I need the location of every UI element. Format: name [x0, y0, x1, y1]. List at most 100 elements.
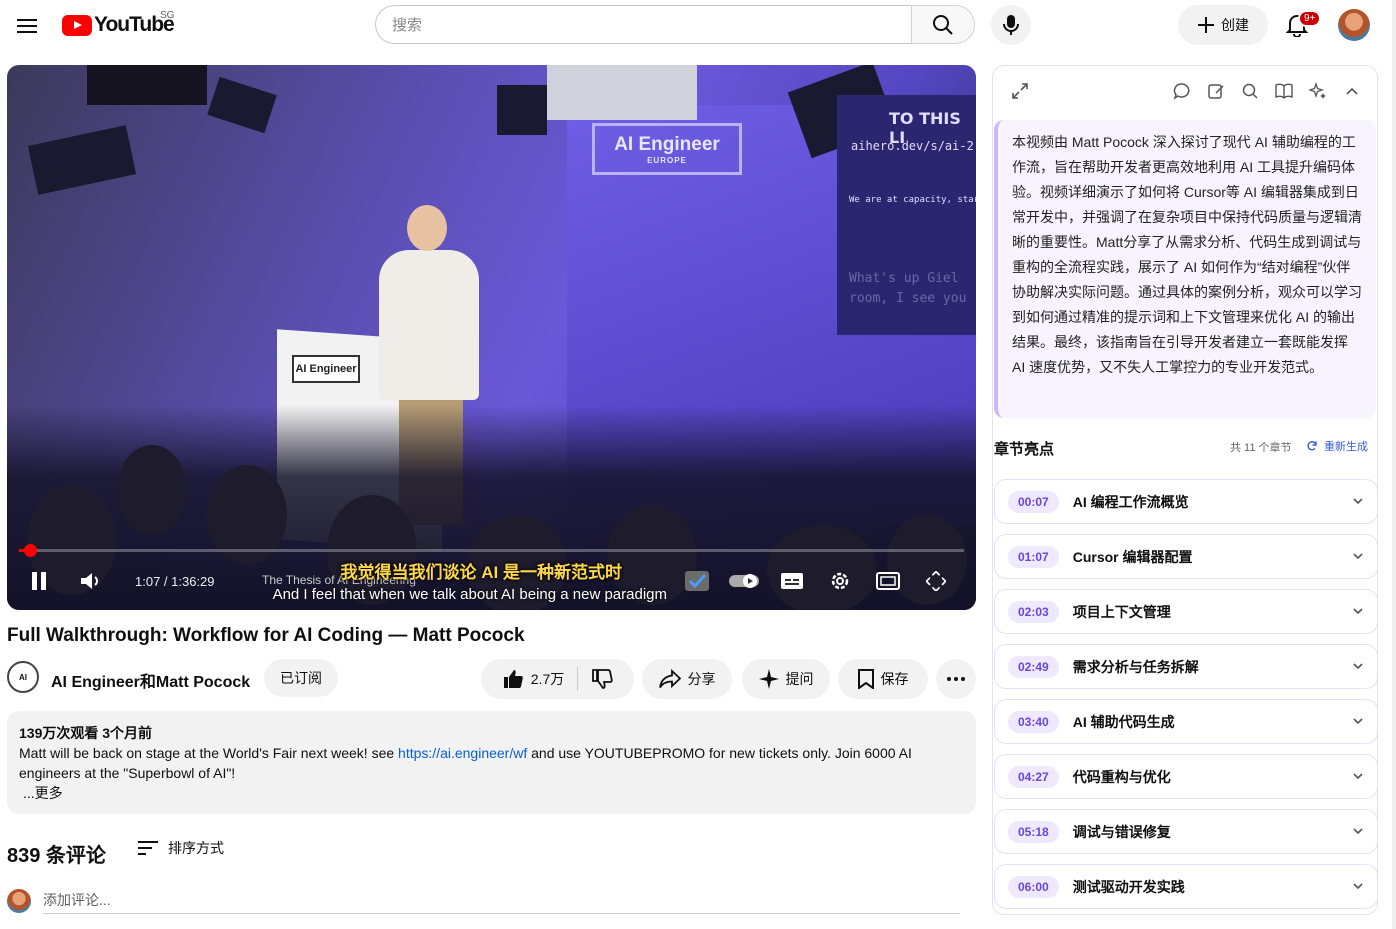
menu-icon[interactable] [10, 9, 44, 43]
voice-search-button[interactable] [991, 5, 1031, 45]
collapse-button[interactable] [1341, 80, 1363, 102]
chapter-item[interactable]: 01:07 Cursor 编辑器配置 [994, 534, 1377, 579]
check-badge-icon [685, 571, 709, 591]
more-horizontal-icon [947, 677, 965, 681]
chapter-timestamp[interactable]: 05:18 [1008, 820, 1059, 843]
chapter-item[interactable]: 02:49 需求分析与任务拆解 [994, 644, 1377, 689]
chapter-timestamp[interactable]: 01:07 [1008, 545, 1059, 568]
save-button[interactable]: 保存 [838, 659, 928, 699]
notes-button[interactable] [1205, 80, 1227, 102]
extension-button[interactable] [681, 565, 713, 597]
settings-button[interactable] [824, 565, 856, 597]
regenerate-label: 重新生成 [1324, 441, 1368, 453]
thumbs-up-icon [503, 670, 523, 688]
autoplay-toggle[interactable] [728, 565, 760, 597]
chapter-item[interactable]: 00:07 AI 编程工作流概览 [994, 479, 1377, 524]
search-input[interactable]: 搜索 [375, 5, 912, 44]
chevron-down-icon[interactable] [1351, 824, 1365, 838]
chapter-item[interactable]: 04:27 代码重构与优化 [994, 754, 1377, 799]
bookmark-icon [857, 669, 874, 689]
account-avatar[interactable] [1338, 9, 1370, 41]
chat-button[interactable] [1171, 80, 1193, 102]
edit-note-icon [1208, 84, 1224, 99]
chevron-down-icon[interactable] [1351, 714, 1365, 728]
chapter-item[interactable]: 02:03 项目上下文管理 [994, 589, 1377, 634]
chevron-down-icon[interactable] [1351, 769, 1365, 783]
more-actions-button[interactable] [936, 659, 976, 699]
ask-button[interactable]: 提问 [742, 659, 830, 699]
video-player[interactable]: AI Engineer EUROPE TO THIS LI aihero.dev… [7, 65, 976, 610]
captions-button[interactable] [776, 565, 808, 597]
like-button[interactable]: 2.7万 [502, 668, 564, 690]
chapter-timestamp[interactable]: 06:00 [1008, 875, 1059, 898]
chapter-timestamp[interactable]: 02:49 [1008, 655, 1059, 678]
chapter-item[interactable]: 03:40 AI 辅助代码生成 [994, 699, 1377, 744]
banner-title: AI Engineer [614, 133, 720, 155]
microphone-icon [1003, 15, 1019, 35]
subscribed-button[interactable]: 已订阅 [264, 659, 338, 697]
expand-button[interactable] [1009, 80, 1031, 102]
sparkle-icon [758, 669, 779, 689]
description-box[interactable]: 139万次观看 3个月前 Matt will be back on stage … [7, 711, 976, 814]
theater-mode-button[interactable] [872, 565, 904, 597]
gear-icon [831, 572, 849, 590]
chapter-item[interactable]: 06:00 测试驱动开发实践 [994, 864, 1377, 909]
search-button[interactable] [911, 5, 975, 44]
plus-icon [1198, 17, 1214, 33]
chapter-item[interactable]: 05:18 调试与错误修复 [994, 809, 1377, 854]
slide-line: What's up Giel [849, 271, 959, 286]
chapters-count: 共 11 个章节 [1230, 442, 1292, 454]
ai-tools-button[interactable] [1307, 80, 1329, 102]
user-avatar [7, 889, 31, 913]
description-text-part: Matt will be back on stage at the World'… [19, 745, 399, 761]
view-count-date: 139万次观看 3个月前 [19, 725, 153, 741]
search-icon [933, 14, 953, 35]
comments-count: 839 条评论 [7, 845, 106, 867]
chapter-timestamp[interactable]: 02:03 [1008, 600, 1059, 623]
chevron-down-icon[interactable] [1351, 494, 1365, 508]
save-label: 保存 [880, 671, 909, 687]
youtube-logo[interactable]: YouTube [62, 13, 175, 37]
like-count: 2.7万 [530, 671, 565, 687]
fullscreen-button[interactable] [920, 565, 952, 597]
channel-avatar[interactable]: AI [7, 661, 39, 693]
regenerate-button[interactable]: 重新生成 [1306, 438, 1368, 454]
description-link[interactable]: https://ai.engineer/wf [398, 745, 527, 761]
youtube-play-icon [62, 14, 92, 36]
show-more-link[interactable]: ...更多 [19, 783, 964, 803]
ai-engineer-banner: AI Engineer EUROPE [592, 123, 742, 175]
progress-bar[interactable] [19, 549, 964, 552]
create-label: 创建 [1221, 17, 1249, 33]
channel-name[interactable]: AI Engineer和Matt Pocock [51, 668, 250, 692]
reading-button[interactable] [1273, 80, 1295, 102]
book-icon [1275, 83, 1293, 99]
theater-icon [876, 572, 900, 590]
chapter-name: 需求分析与任务拆解 [1072, 658, 1199, 675]
chapter-timestamp[interactable]: 00:07 [1008, 490, 1059, 513]
dislike-button[interactable] [591, 668, 613, 690]
share-button[interactable]: 分享 [642, 659, 732, 699]
chapter-timestamp[interactable]: 04:27 [1008, 765, 1059, 788]
chapter-timestamp[interactable]: 03:40 [1008, 710, 1059, 733]
create-button[interactable]: 创建 [1178, 5, 1268, 45]
top-bar: YouTube SG 搜索 创建 9+ [0, 0, 1396, 56]
ask-label: 提问 [785, 671, 814, 687]
chevron-down-icon[interactable] [1351, 604, 1365, 618]
slide-line: aihero.dev/s/ai-2 [851, 139, 974, 153]
chapter-name: Cursor 编辑器配置 [1072, 548, 1193, 565]
captions-icon [781, 573, 803, 589]
speaker-head [407, 205, 447, 251]
search-panel-button[interactable] [1239, 80, 1261, 102]
chevron-down-icon[interactable] [1351, 549, 1365, 563]
chapter-name: AI 编程工作流概览 [1072, 493, 1189, 510]
chevron-down-icon[interactable] [1351, 879, 1365, 893]
presentation-slide: TO THIS LI aihero.dev/s/ai-2 We are at c… [837, 95, 976, 335]
chevron-down-icon[interactable] [1351, 659, 1365, 673]
sort-button[interactable]: 排序方式 [138, 838, 224, 858]
chapter-name: 调试与错误修复 [1072, 823, 1171, 840]
sort-icon [138, 841, 158, 855]
chapter-name: 项目上下文管理 [1072, 603, 1171, 620]
page-scrollbar[interactable] [1392, 0, 1396, 929]
notification-badge: 9+ [1298, 10, 1322, 27]
comment-input[interactable]: 添加评论... [43, 890, 960, 914]
